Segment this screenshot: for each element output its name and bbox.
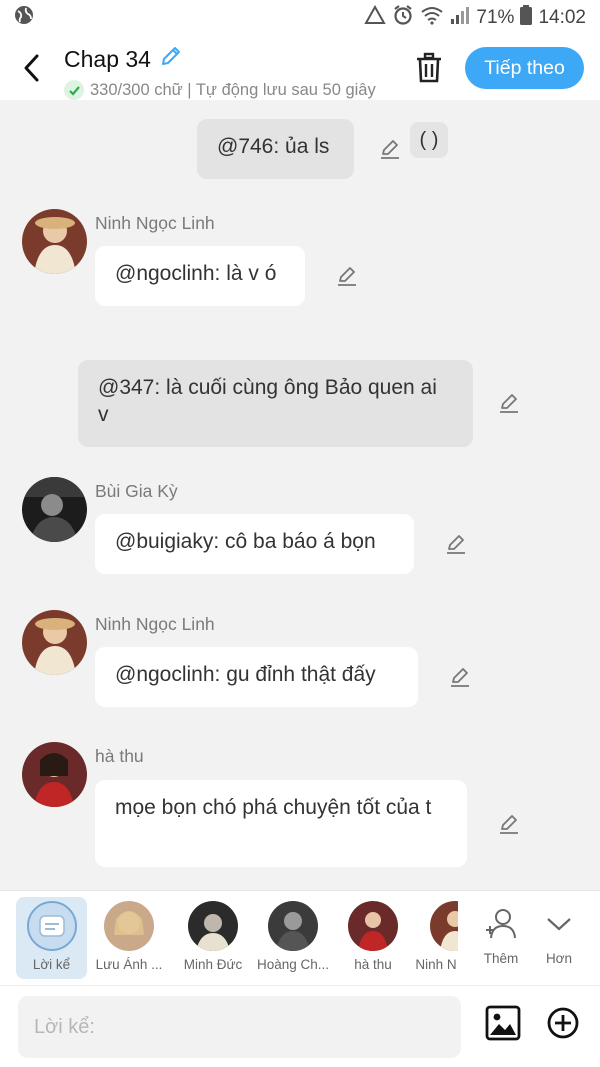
avatar xyxy=(104,901,154,951)
chapter-title: Chap 34 xyxy=(64,45,151,72)
character-name: Bùi Gia Kỳ xyxy=(95,481,178,501)
chapter-title-block: Chap 34 330/300 chữ | Tự động lưu sau 50… xyxy=(64,44,394,100)
message-text: @ngoclinh: là v ó xyxy=(115,262,277,285)
avatar[interactable] xyxy=(22,209,87,274)
edit-pencil-icon[interactable] xyxy=(335,264,359,288)
message-text: @746: ủa ls xyxy=(217,135,330,158)
status-bar: 71% 14:02 xyxy=(0,0,600,36)
edit-pencil-icon[interactable] xyxy=(378,137,402,161)
character-option-label: Hoàng Ch... xyxy=(256,957,330,972)
character-option-label: Ninh N xyxy=(415,957,457,972)
add-label: Thêm xyxy=(483,951,519,966)
character-selector: Lời kể Lưu Ánh ... Minh Đức Hoàng Ch... … xyxy=(0,891,600,985)
narration-input[interactable] xyxy=(18,996,461,1058)
sync-icon xyxy=(364,4,387,31)
avatar xyxy=(430,901,458,951)
edit-title-pencil-icon[interactable] xyxy=(159,44,183,74)
edit-pencil-icon[interactable] xyxy=(497,391,521,415)
globe-icon xyxy=(14,5,34,31)
message-text: @ngoclinh: gu đỉnh thật đấy xyxy=(115,663,376,686)
character-option-narration[interactable]: Lời kể xyxy=(16,897,87,979)
parenthesis-button[interactable]: ( ) xyxy=(410,122,448,158)
character-name: Ninh Ngọc Linh xyxy=(95,213,215,233)
avatar xyxy=(268,901,318,951)
more-button[interactable]: Hơn xyxy=(520,897,598,979)
avatar[interactable] xyxy=(22,610,87,675)
back-arrow-icon[interactable] xyxy=(18,50,48,86)
character-option[interactable]: Hoàng Ch... xyxy=(254,897,332,979)
message-text: @347: là cuối cùng ông Bảo quen ai v xyxy=(98,376,437,426)
character-option[interactable]: Ninh N xyxy=(414,897,458,979)
avatar xyxy=(188,901,238,951)
avatar xyxy=(348,901,398,951)
character-option-label: Minh Đức xyxy=(183,957,243,972)
trash-icon[interactable] xyxy=(414,52,444,84)
character-bubble[interactable]: mọe bọn chó phá chuyện tốt của t xyxy=(95,780,467,867)
edit-pencil-icon[interactable] xyxy=(497,812,521,836)
chevron-down-icon xyxy=(520,897,598,951)
more-label: Hơn xyxy=(545,951,573,966)
character-option[interactable]: hà thu xyxy=(334,897,412,979)
character-name: Ninh Ngọc Linh xyxy=(95,614,215,634)
next-button[interactable]: Tiếp theo xyxy=(465,47,584,89)
image-icon[interactable] xyxy=(484,1004,522,1047)
narration-bubble[interactable]: @347: là cuối cùng ông Bảo quen ai v xyxy=(78,360,473,447)
character-option[interactable]: Minh Đức xyxy=(174,897,252,979)
add-circle-icon[interactable] xyxy=(546,1006,580,1045)
character-option-label: Lời kể xyxy=(32,957,71,972)
edit-pencil-icon[interactable] xyxy=(448,665,472,689)
message-text: mọe bọn chó phá chuyện tốt của t xyxy=(115,796,432,819)
narration-icon xyxy=(26,901,77,951)
edit-pencil-icon[interactable] xyxy=(444,532,468,556)
character-option-label: Lưu Ánh ... xyxy=(95,957,163,972)
message-text: @buigiaky: cô ba báo á bọn xyxy=(115,530,376,553)
character-bubble[interactable]: @ngoclinh: gu đỉnh thật đấy xyxy=(95,647,418,707)
check-icon xyxy=(64,80,84,100)
alarm-icon xyxy=(392,4,414,32)
avatar[interactable] xyxy=(22,742,87,807)
word-count-autosave: 330/300 chữ | Tự động lưu sau 50 giây xyxy=(90,80,376,99)
battery-icon xyxy=(520,5,533,31)
character-option[interactable]: Lưu Ánh ... xyxy=(90,897,168,979)
avatar[interactable] xyxy=(22,477,87,542)
narration-bubble[interactable]: @746: ủa ls xyxy=(197,119,354,179)
composer-row xyxy=(0,985,600,1067)
character-name: hà thu xyxy=(95,746,144,766)
clock-time: 14:02 xyxy=(538,7,586,28)
wifi-icon xyxy=(420,5,444,31)
story-chat-area: @746: ủa ls Ninh Ngọc Linh @ngoclinh: là… xyxy=(0,100,600,890)
battery-level: 71% xyxy=(476,7,515,28)
character-option-label: hà thu xyxy=(354,957,392,972)
character-bubble[interactable]: @buigiaky: cô ba báo á bọn xyxy=(95,514,414,574)
character-bubble[interactable]: @ngoclinh: là v ó xyxy=(95,246,305,306)
signal-icon xyxy=(450,5,470,31)
bottom-panel: Lời kể Lưu Ánh ... Minh Đức Hoàng Ch... … xyxy=(0,890,600,1067)
editor-header: Chap 34 330/300 chữ | Tự động lưu sau 50… xyxy=(0,36,600,100)
